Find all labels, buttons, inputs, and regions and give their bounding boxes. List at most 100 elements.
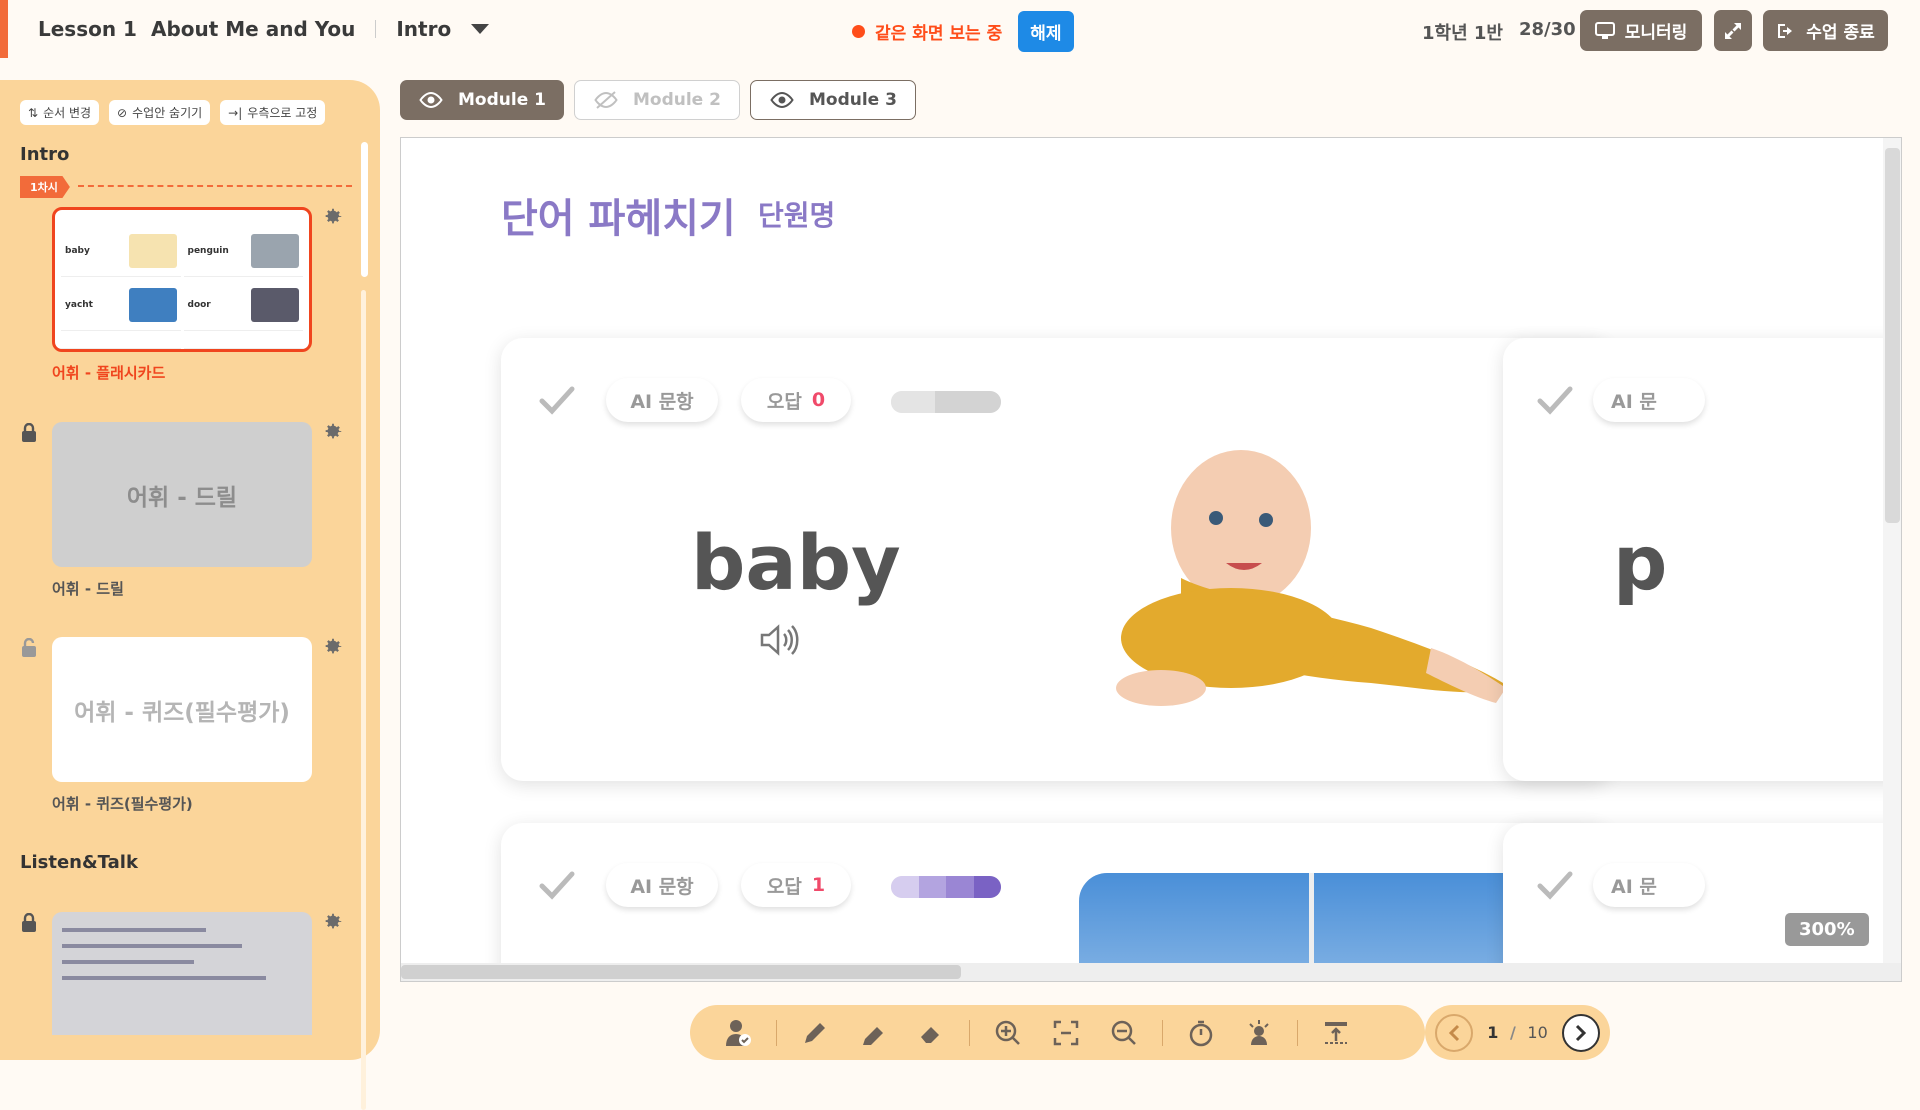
bottom-toolbar [690,1005,1425,1060]
mini-word: baby [65,245,90,256]
ai-label: AI 문 [1611,390,1657,413]
check-icon[interactable] [539,386,575,416]
gear-icon[interactable] [322,636,344,658]
flashcard[interactable]: AI 문항 오답 0 baby [501,338,1611,781]
mini-card [61,333,181,349]
end-class-button[interactable]: 수업 종료 [1763,10,1888,51]
screen-share-status: 같은 화면 보는 중 해제 [852,11,1074,52]
top-bar: Lesson 1 About Me and You Intro 같은 화면 보는… [0,0,1920,62]
timer-button[interactable] [1181,1013,1221,1053]
check-icon[interactable] [1537,871,1573,901]
wrong-answer-badge[interactable]: 오답 0 [741,378,851,422]
divider [1297,1019,1298,1046]
preview-line [62,928,206,932]
hide-plan-button[interactable]: ⊘ 수업안 숨기기 [109,100,211,125]
monitoring-label: 모니터링 [1624,23,1688,43]
eraser-button[interactable] [911,1013,951,1053]
live-dot-icon [852,25,865,38]
tab-module-2[interactable]: Module 2 [573,80,740,120]
hand-raise-button[interactable] [1239,1013,1279,1053]
tab-label: Module 1 [458,90,546,110]
gear-icon[interactable] [322,421,344,443]
ai-question-badge[interactable]: AI 문 [1593,863,1705,907]
activity-card-quiz[interactable]: 어휘 - 퀴즈(필수평가) [52,637,312,782]
sidebar-scroll-track[interactable] [361,290,366,1110]
divider [375,20,377,38]
total-pages: 10 [1527,1023,1548,1042]
activity-label-flashcard: 어휘 - 플래시카드 [52,364,166,382]
current-page: 1 [1487,1023,1499,1042]
eye-off-icon [594,91,618,109]
flashcard[interactable]: AI 문항 오답 1 [501,823,1611,981]
mini-word: door [187,299,211,310]
pen-button[interactable] [795,1013,835,1053]
flashcard-next[interactable]: AI 문 p [1503,338,1901,781]
check-icon[interactable] [539,871,575,901]
gear-icon[interactable] [322,911,344,933]
mini-card: yacht [61,279,181,331]
sidebar-toolbar: ⇅ 순서 변경 ⊘ 수업안 숨기기 →| 우측으로 고정 [20,100,326,125]
ai-question-badge[interactable]: AI 문항 [606,863,718,907]
wrong-count: 0 [811,389,826,411]
tab-label: Module 2 [632,90,721,110]
mini-word: penguin [187,245,229,256]
reorder-button[interactable]: ⇅ 순서 변경 [20,100,100,125]
ai-question-badge[interactable]: AI 문항 [606,378,718,422]
scroll-thumb[interactable] [401,965,961,979]
end-class-label: 수업 종료 [1806,23,1875,43]
activity-card-flashcard[interactable]: baby penguin yacht door [52,207,312,352]
next-page-button[interactable] [1562,1013,1600,1052]
student-check-button[interactable] [718,1013,758,1053]
baby-photo [1116,450,1511,706]
page-separator: / [1509,1023,1516,1042]
chevron-down-icon[interactable] [471,24,490,34]
pin-right-button[interactable]: →| 우측으로 고정 [220,100,326,125]
scroll-thumb[interactable] [1885,148,1900,523]
tab-module-3[interactable]: Module 3 [749,80,916,120]
mini-word: yacht [65,299,93,310]
lock-icon[interactable] [20,423,38,443]
preview-line [62,944,242,948]
content-viewer: 단어 파헤치기 단원명 AI 문항 오답 0 baby AI 문 p AI 문항 [400,137,1902,982]
mini-image [251,287,299,322]
mini-card: penguin [183,226,303,277]
fullscreen-button[interactable] [1714,10,1752,51]
mini-image [128,233,177,268]
fit-screen-button[interactable] [1046,1013,1086,1053]
hide-plan-label: 수업안 숨기기 [132,106,203,120]
highlighter-button[interactable] [853,1013,893,1053]
activity-label-drill: 어휘 - 드릴 [52,580,124,598]
section-selector[interactable]: Intro [396,17,451,41]
session-divider [78,185,352,187]
flashcard-next[interactable]: AI 문 [1503,823,1901,981]
release-button[interactable]: 해제 [1018,11,1074,52]
activity-card-listen[interactable] [52,912,312,1035]
horizontal-scrollbar[interactable] [401,963,1901,981]
toolbar-position-button[interactable] [1316,1013,1356,1053]
session-tag: 1차시 [20,176,70,198]
pin-right-icon: →| [228,105,243,120]
ai-question-badge[interactable]: AI 문 [1593,378,1705,422]
section-title-intro: Intro [20,144,70,165]
tab-module-1[interactable]: Module 1 [400,80,564,120]
lesson-sidebar: ⇅ 순서 변경 ⊘ 수업안 숨기기 →| 우측으로 고정 Intro 1차시 baby… [0,80,380,1110]
gear-icon[interactable] [322,206,344,228]
lock-icon[interactable] [20,913,38,933]
monitoring-button[interactable]: 모니터링 [1580,10,1702,51]
speaker-icon[interactable] [759,623,801,657]
zoom-out-button[interactable] [1104,1013,1144,1053]
wrong-answer-badge[interactable]: 오답 1 [741,863,851,907]
chevron-right-icon [1575,1024,1587,1041]
accent-strip [0,0,8,58]
activity-card-drill[interactable]: 어휘 - 드릴 [52,422,312,567]
prev-page-button[interactable] [1435,1013,1473,1052]
zoom-in-button[interactable] [988,1013,1028,1053]
progress-fill [973,876,1001,898]
vertical-scrollbar[interactable] [1883,138,1901,981]
flashcard-word: p [1613,518,1668,607]
check-icon[interactable] [1537,386,1573,416]
page-navigator: 1 / 10 [1425,1005,1610,1060]
sidebar-scrollbar[interactable] [361,142,368,277]
eye-icon [770,92,794,108]
unlock-icon[interactable] [20,638,38,658]
